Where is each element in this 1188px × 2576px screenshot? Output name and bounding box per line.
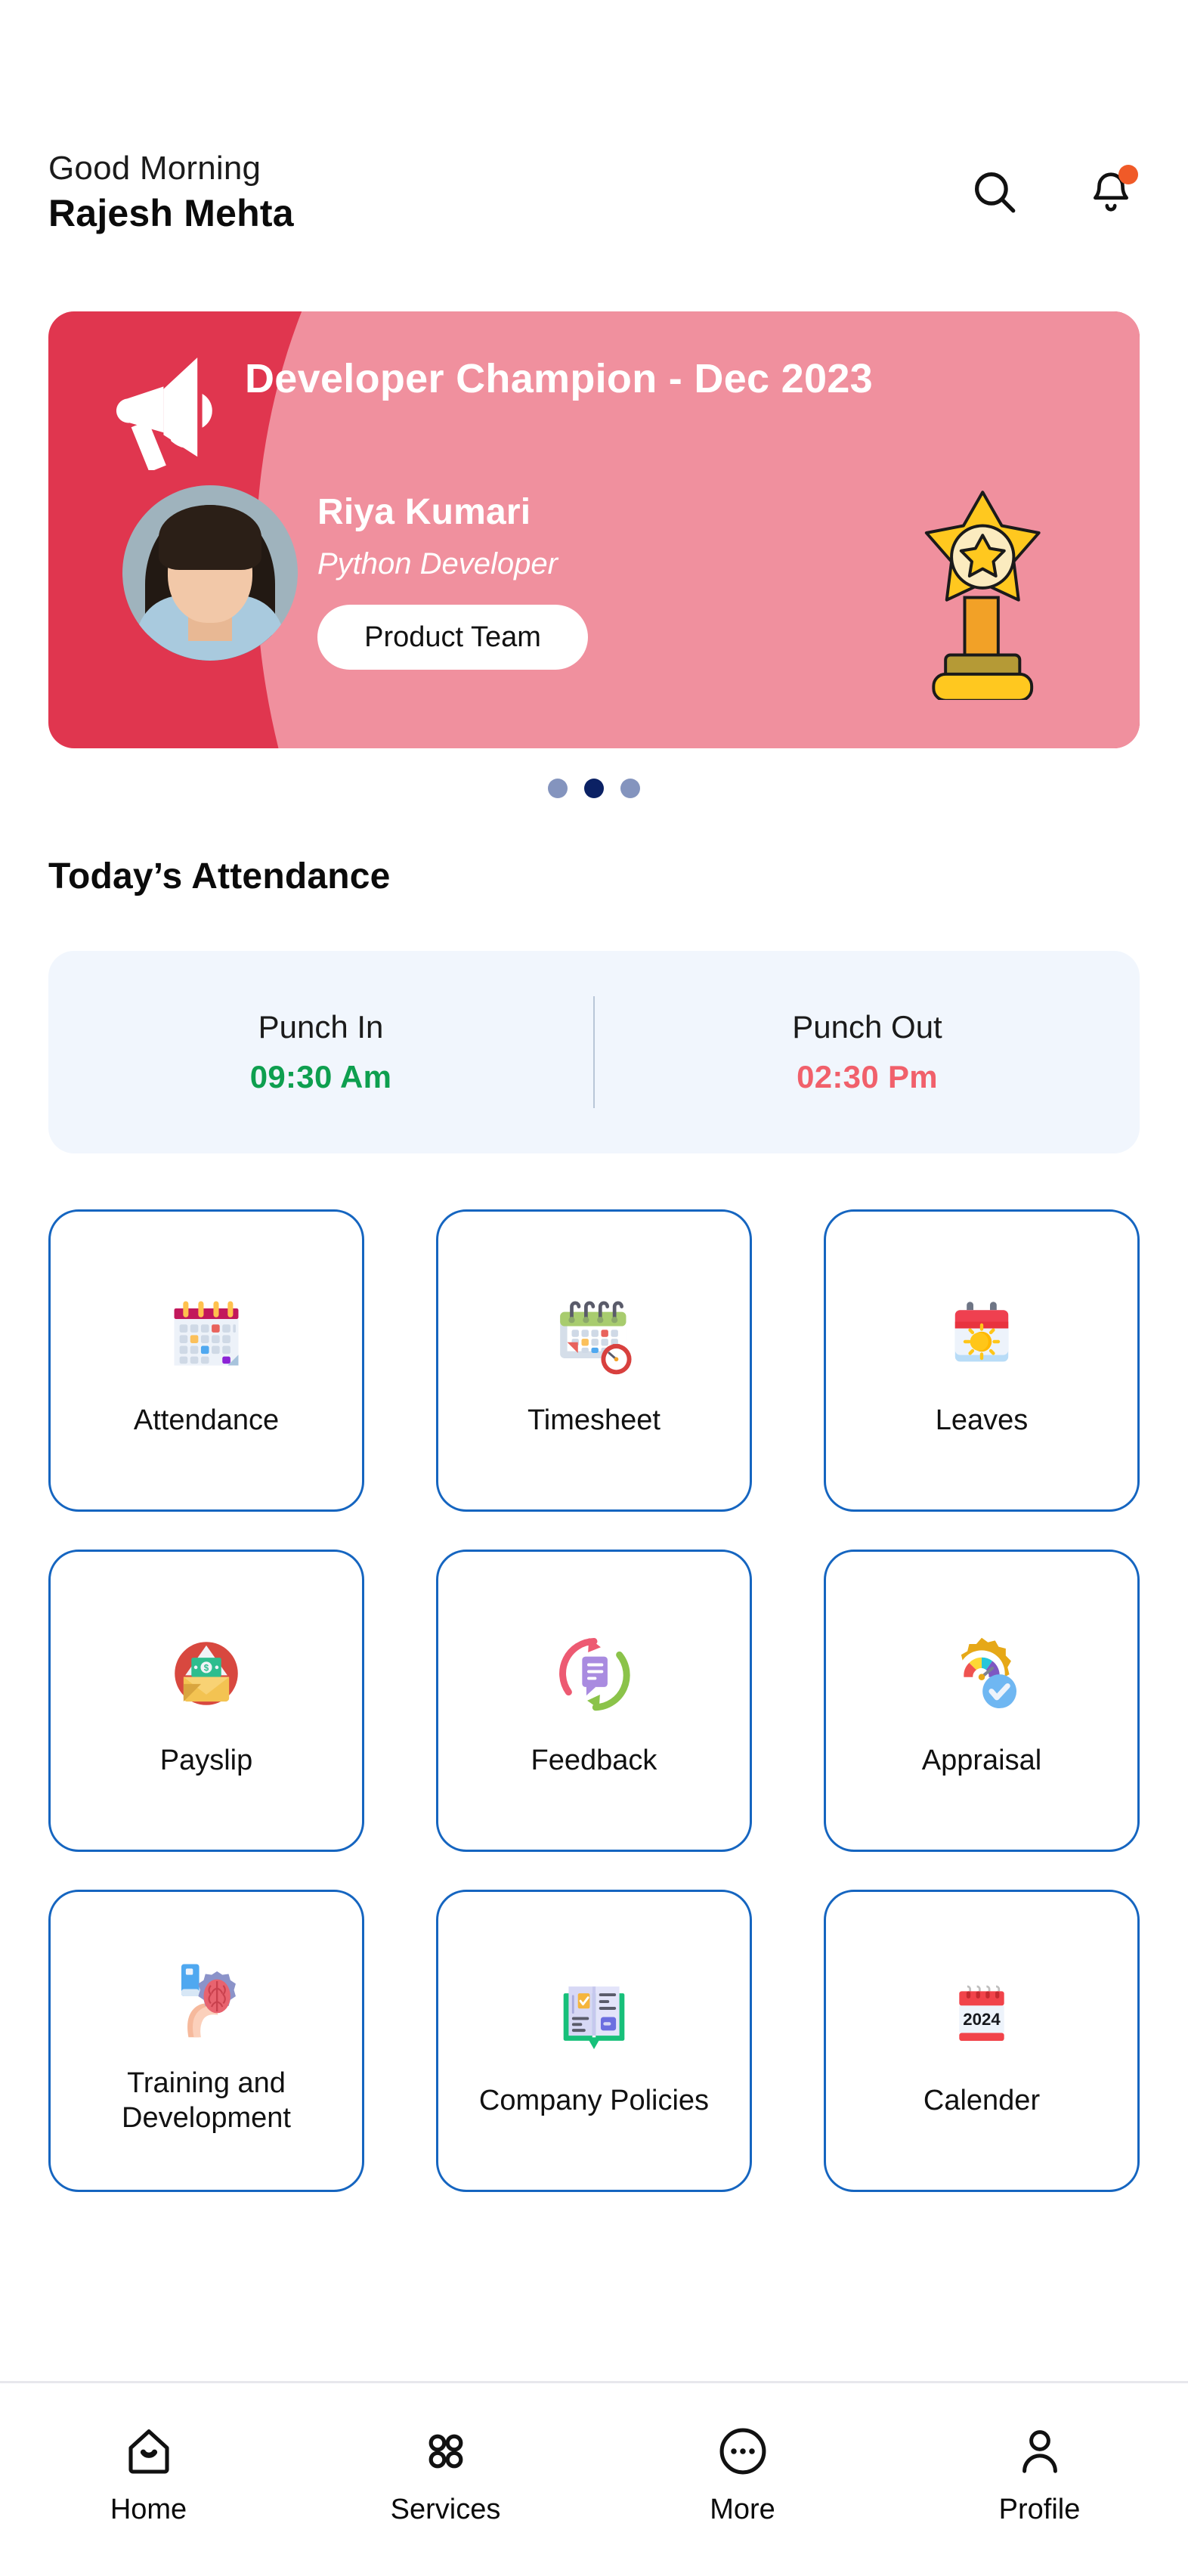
service-tile-leaves[interactable]: Leaves [824,1209,1140,1512]
grid-dots-icon [416,2421,476,2482]
punch-out-block: Punch Out 02:30 Pm [595,1009,1140,1095]
star-trophy-icon [924,491,1041,700]
calendar-stopwatch-icon [544,1283,644,1383]
service-label: Feedback [531,1744,657,1776]
service-label: Attendance [133,1404,280,1436]
carousel-dot[interactable] [548,779,568,798]
avatar-hair-top [159,505,261,570]
banner-content: Developer Champion - Dec 2023 Riya Kumar… [48,311,1140,748]
hand-brain-gear-icon [156,1946,256,2046]
service-label: Training and Development [122,2067,291,2134]
notification-badge [1118,165,1138,184]
nav-label: Home [110,2494,187,2525]
service-tile-timesheet[interactable]: Timesheet [436,1209,752,1512]
services-grid: Attendance Timesheet Leaves $ Payslip Fe… [48,1209,1140,2192]
calendar-sun-icon [932,1283,1032,1383]
nav-item-more[interactable]: More [652,2421,834,2526]
nav-item-home[interactable]: Home [58,2421,240,2526]
service-label: Timesheet [527,1404,661,1436]
service-tile-company-policies[interactable]: Company Policies [436,1890,752,2192]
champion-role: Python Developer [317,547,558,581]
carousel-dot-active[interactable] [584,779,604,798]
punch-out-label: Punch Out [792,1009,942,1045]
service-tile-calender[interactable]: 2024 Calender [824,1890,1140,2192]
more-circle-icon [713,2421,773,2482]
nav-label: Services [390,2494,501,2525]
team-badge[interactable]: Product Team [317,605,588,670]
nav-label: More [710,2494,775,2525]
service-tile-attendance[interactable]: Attendance [48,1209,364,1512]
service-tile-feedback[interactable]: Feedback [436,1550,752,1852]
calendar-year-text: 2024 [963,2010,1001,2029]
attendance-card: Punch In 09:30 Am Punch Out 02:30 Pm [48,951,1140,1153]
champion-banner[interactable]: Developer Champion - Dec 2023 Riya Kumar… [48,311,1140,748]
open-book-icon [544,1964,644,2064]
punch-in-time: 09:30 Am [249,1059,392,1094]
service-label: Payslip [159,1744,253,1776]
search-icon [975,172,1016,213]
svg-text:$: $ [204,1663,209,1673]
punch-in-block: Punch In 09:30 Am [48,1009,593,1095]
service-label: Company Policies [478,2084,710,2116]
service-label: Appraisal [921,1744,1042,1776]
user-name: Rajesh Mehta [48,192,294,235]
bottom-navigation: Home Services More Profile [0,2381,1188,2576]
service-tile-payslip[interactable]: $ Payslip [48,1550,364,1852]
nav-label: Profile [998,2494,1081,2525]
carousel-dot[interactable] [620,779,640,798]
punch-out-time: 02:30 Pm [797,1059,938,1094]
person-icon [1010,2421,1070,2482]
notifications-button[interactable] [1082,163,1140,221]
home-icon [119,2421,179,2482]
avatar [122,485,298,661]
megaphone-icon [116,358,212,470]
desk-calendar-2024-icon: 2024 [932,1964,1032,2064]
banner-title: Developer Champion - Dec 2023 [245,356,873,401]
service-label: Calender [923,2084,1041,2116]
carousel-dots [0,779,1188,798]
nav-item-profile[interactable]: Profile [949,2421,1131,2526]
header: Good Morning Rajesh Mehta [48,150,1140,257]
search-button[interactable] [966,163,1023,221]
speech-bubble-refresh-icon [544,1624,644,1723]
punch-in-label: Punch In [258,1009,384,1045]
money-envelope-icon: $ [156,1624,256,1723]
attendance-section-title: Today’s Attendance [48,856,391,896]
service-label: Leaves [935,1404,1029,1436]
service-tile-training[interactable]: Training and Development [48,1890,364,2192]
greeting-block: Good Morning Rajesh Mehta [48,150,294,235]
champion-name: Riya Kumari [317,492,531,532]
app-screen: Good Morning Rajesh Mehta Developer Cham… [0,0,1188,2576]
service-tile-appraisal[interactable]: Appraisal [824,1550,1140,1852]
nav-item-services[interactable]: Services [355,2421,537,2526]
greeting-text: Good Morning [48,150,261,187]
header-actions [966,163,1140,221]
calendar-grid-icon [156,1283,256,1383]
gear-gauge-check-icon [932,1624,1032,1723]
